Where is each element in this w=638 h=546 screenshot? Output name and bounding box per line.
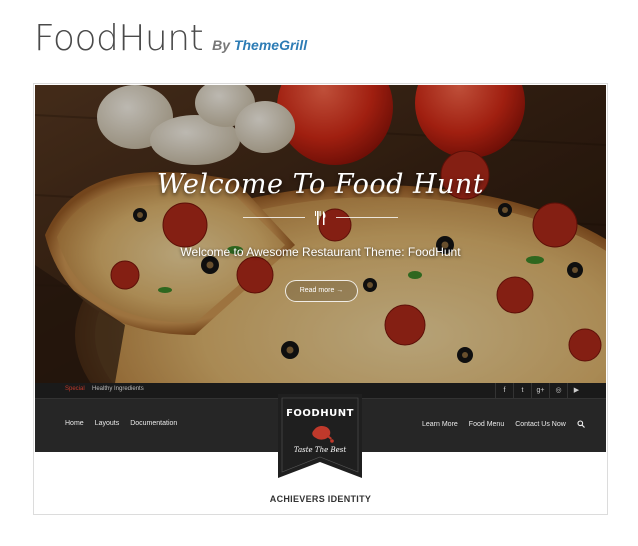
read-more-button[interactable]: Read more → <box>285 280 358 302</box>
ticker-text[interactable]: Healthy Ingredients <box>92 386 144 392</box>
site-logo[interactable]: FOODHUNT Taste The Best <box>278 394 362 478</box>
nav-item-contact-us-now[interactable]: Contact Us Now <box>515 421 566 428</box>
search-icon[interactable] <box>577 420 585 428</box>
hero-subtitle: Welcome to Awesome Restaurant Theme: Foo… <box>180 245 461 259</box>
google-plus-icon[interactable]: g+ <box>531 383 549 398</box>
page-header: FoodHunt By ThemeGrill <box>34 18 307 62</box>
nav-right-menu: Learn More Food Menu Contact Us Now <box>422 420 585 428</box>
nav-item-food-menu[interactable]: Food Menu <box>469 421 504 428</box>
logo-tagline: Taste The Best <box>293 446 347 454</box>
social-links: f t g+ ◎ ▶ <box>495 383 585 398</box>
twitter-icon[interactable]: t <box>513 383 531 398</box>
logo-name: FOODHUNT <box>286 408 354 419</box>
byline: By ThemeGrill <box>212 37 307 53</box>
logo-ribbon-shape <box>278 394 362 478</box>
nav-item-home[interactable]: Home <box>65 420 84 427</box>
hero-caption: Welcome To Food Hunt Welcome to Awesome … <box>35 85 606 383</box>
nav-left-menu: Home Layouts Documentation <box>65 420 177 427</box>
by-label: By <box>212 37 231 53</box>
fork-knife-icon <box>315 211 326 225</box>
youtube-icon[interactable]: ▶ <box>567 383 585 398</box>
facebook-icon[interactable]: f <box>495 383 513 398</box>
hero-title: Welcome To Food Hunt <box>156 169 485 200</box>
nav-item-learn-more[interactable]: Learn More <box>422 421 458 428</box>
instagram-icon[interactable]: ◎ <box>549 383 567 398</box>
hero-divider <box>243 211 398 225</box>
theme-title: FoodHunt <box>34 18 204 59</box>
section-title: ACHIEVERS IDENTITY <box>269 494 372 504</box>
ticker-label: Special <box>65 386 85 392</box>
theme-preview[interactable]: Welcome To Food Hunt Welcome to Awesome … <box>33 83 608 515</box>
author-link[interactable]: ThemeGrill <box>234 37 307 53</box>
nav-item-documentation[interactable]: Documentation <box>130 420 177 427</box>
nav-item-layouts[interactable]: Layouts <box>95 420 120 427</box>
hero-slider: Welcome To Food Hunt Welcome to Awesome … <box>35 85 606 383</box>
